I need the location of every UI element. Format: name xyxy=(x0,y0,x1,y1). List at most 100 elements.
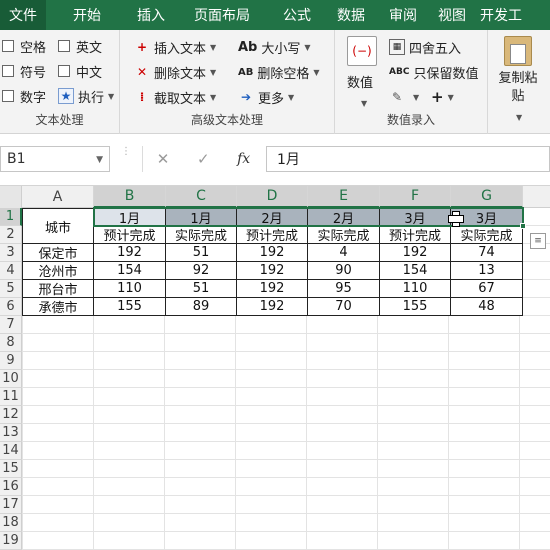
value-cell[interactable]: 48 xyxy=(451,298,523,316)
checkbox-english[interactable]: 英文 xyxy=(58,35,102,57)
month-header-cell[interactable]: 2月 xyxy=(308,208,380,227)
confirm-icon[interactable]: ✓ xyxy=(197,150,210,168)
sub-header-cell[interactable]: 预计完成 xyxy=(237,226,308,244)
delete-text-button[interactable]: ✕ 删除文本 ▼ xyxy=(134,61,216,83)
value-cell[interactable]: 92 xyxy=(166,262,237,280)
value-cell[interactable]: 155 xyxy=(380,298,451,316)
extract-text-button[interactable]: ⁞ 截取文本 ▼ xyxy=(134,86,216,108)
value-cell[interactable]: 192 xyxy=(94,244,166,262)
insert-text-button[interactable]: + 插入文本 ▼ xyxy=(134,36,216,58)
tab-formulas[interactable]: 公式 xyxy=(270,0,324,30)
month-header-cell[interactable]: 1月 xyxy=(94,208,166,227)
column-header[interactable]: C xyxy=(166,186,237,208)
row-header[interactable]: 3 xyxy=(0,244,22,262)
value-cell[interactable]: 70 xyxy=(308,298,380,316)
row-header[interactable]: 18 xyxy=(0,514,22,532)
sub-header-cell[interactable]: 实际完成 xyxy=(308,226,380,244)
sub-header-cell[interactable]: 实际完成 xyxy=(451,226,523,244)
more-button[interactable]: ➔ 更多 ▼ xyxy=(238,86,294,108)
insert-function-icon[interactable]: fx xyxy=(237,151,250,167)
city-cell[interactable]: 沧州市 xyxy=(22,262,94,280)
month-header-cell[interactable]: 1月 xyxy=(166,208,237,227)
value-cell[interactable]: 192 xyxy=(237,280,308,298)
value-cell[interactable]: 51 xyxy=(166,280,237,298)
copy-paste-dropdown[interactable]: ▼ xyxy=(512,106,522,128)
plus-dropdown[interactable]: + ▼ xyxy=(431,86,454,108)
row-header[interactable]: 11 xyxy=(0,388,22,406)
case-button[interactable]: Ab 大小写 ▼ xyxy=(238,36,311,58)
edit-dropdown[interactable]: ✎ ▼ xyxy=(389,86,419,108)
checkbox-number[interactable]: 数字 xyxy=(2,85,46,107)
value-cell[interactable]: 90 xyxy=(308,262,380,280)
value-cell[interactable]: 192 xyxy=(237,298,308,316)
tab-home[interactable]: 开始 xyxy=(46,0,128,30)
city-cell[interactable]: 邢台市 xyxy=(22,280,94,298)
month-header-cell[interactable]: 3月 xyxy=(380,208,451,227)
tab-page-layout[interactable]: 页面布局 xyxy=(174,0,270,30)
value-cell[interactable]: 51 xyxy=(166,244,237,262)
value-cell[interactable]: 95 xyxy=(308,280,380,298)
remove-space-button[interactable]: AB 删除空格 ▼ xyxy=(238,61,320,83)
row-header[interactable]: 4 xyxy=(0,262,22,280)
tab-file[interactable]: 文件 xyxy=(0,0,46,30)
value-cell[interactable]: 74 xyxy=(451,244,523,262)
formula-input[interactable]: 1月 xyxy=(266,146,550,172)
row-header[interactable]: 16 xyxy=(0,478,22,496)
value-cell[interactable]: 13 xyxy=(451,262,523,280)
chevron-down-icon[interactable]: ▼ xyxy=(96,155,103,165)
keep-value-button[interactable]: ABC 只保留数值 xyxy=(389,61,478,83)
checkbox-chinese[interactable]: 中文 xyxy=(58,60,102,82)
city-header-cell[interactable]: 城市 xyxy=(22,208,94,244)
value-cell[interactable]: 4 xyxy=(308,244,380,262)
fill-handle[interactable] xyxy=(520,223,526,229)
select-all-corner[interactable] xyxy=(0,186,22,208)
value-button[interactable]: 数值 xyxy=(347,70,373,92)
cancel-icon[interactable]: ✕ xyxy=(157,150,170,168)
row-header[interactable]: 1 xyxy=(0,208,22,226)
column-header[interactable]: B xyxy=(94,186,166,208)
row-header[interactable]: 13 xyxy=(0,424,22,442)
column-header[interactable]: D xyxy=(237,186,308,208)
row-header[interactable]: 12 xyxy=(0,406,22,424)
tab-view[interactable]: 视图 xyxy=(428,0,476,30)
row-header[interactable]: 9 xyxy=(0,352,22,370)
row-header[interactable]: 5 xyxy=(0,280,22,298)
value-cell[interactable]: 154 xyxy=(380,262,451,280)
row-header[interactable]: 8 xyxy=(0,334,22,352)
value-cell[interactable]: 110 xyxy=(380,280,451,298)
cell-area[interactable]: 城市 1月 1月 2月 2月 3月 3月 预计完成 实际完成 预计完成 实际完成… xyxy=(22,207,550,550)
value-cell[interactable]: 110 xyxy=(94,280,166,298)
row-header[interactable]: 2 xyxy=(0,226,22,244)
sub-header-cell[interactable]: 实际完成 xyxy=(166,226,237,244)
round-button[interactable]: ▦ 四舍五入 xyxy=(389,36,461,58)
value-cell[interactable]: 192 xyxy=(237,262,308,280)
tab-data[interactable]: 数据 xyxy=(324,0,378,30)
row-header[interactable]: 6 xyxy=(0,298,22,316)
name-box[interactable]: B1 ▼ xyxy=(0,146,110,172)
column-header[interactable]: F xyxy=(380,186,451,208)
row-header[interactable]: 14 xyxy=(0,442,22,460)
tab-developer[interactable]: 开发工 xyxy=(476,0,550,30)
tab-insert[interactable]: 插入 xyxy=(128,0,174,30)
row-header[interactable]: 7 xyxy=(0,316,22,334)
value-cell[interactable]: 155 xyxy=(94,298,166,316)
row-header[interactable]: 19 xyxy=(0,532,22,550)
tab-review[interactable]: 审阅 xyxy=(378,0,428,30)
value-cell[interactable]: 89 xyxy=(166,298,237,316)
value-cell[interactable]: 192 xyxy=(380,244,451,262)
value-cell[interactable]: 67 xyxy=(451,280,523,298)
quick-analysis-icon[interactable]: ≡ xyxy=(530,233,546,249)
value-cell[interactable]: 154 xyxy=(94,262,166,280)
city-cell[interactable]: 保定市 xyxy=(22,244,94,262)
checkbox-space[interactable]: 空格 xyxy=(2,35,46,57)
value-cell[interactable]: 192 xyxy=(237,244,308,262)
column-header[interactable]: E xyxy=(308,186,380,208)
city-cell[interactable]: 承德市 xyxy=(22,298,94,316)
copy-paste-button[interactable]: 复制粘贴 xyxy=(496,70,540,106)
sub-header-cell[interactable]: 预计完成 xyxy=(94,226,166,244)
month-header-cell[interactable]: 2月 xyxy=(237,208,308,227)
column-header[interactable]: A xyxy=(22,186,94,208)
sub-header-cell[interactable]: 预计完成 xyxy=(380,226,451,244)
row-header[interactable]: 15 xyxy=(0,460,22,478)
column-header[interactable]: G xyxy=(451,186,523,208)
